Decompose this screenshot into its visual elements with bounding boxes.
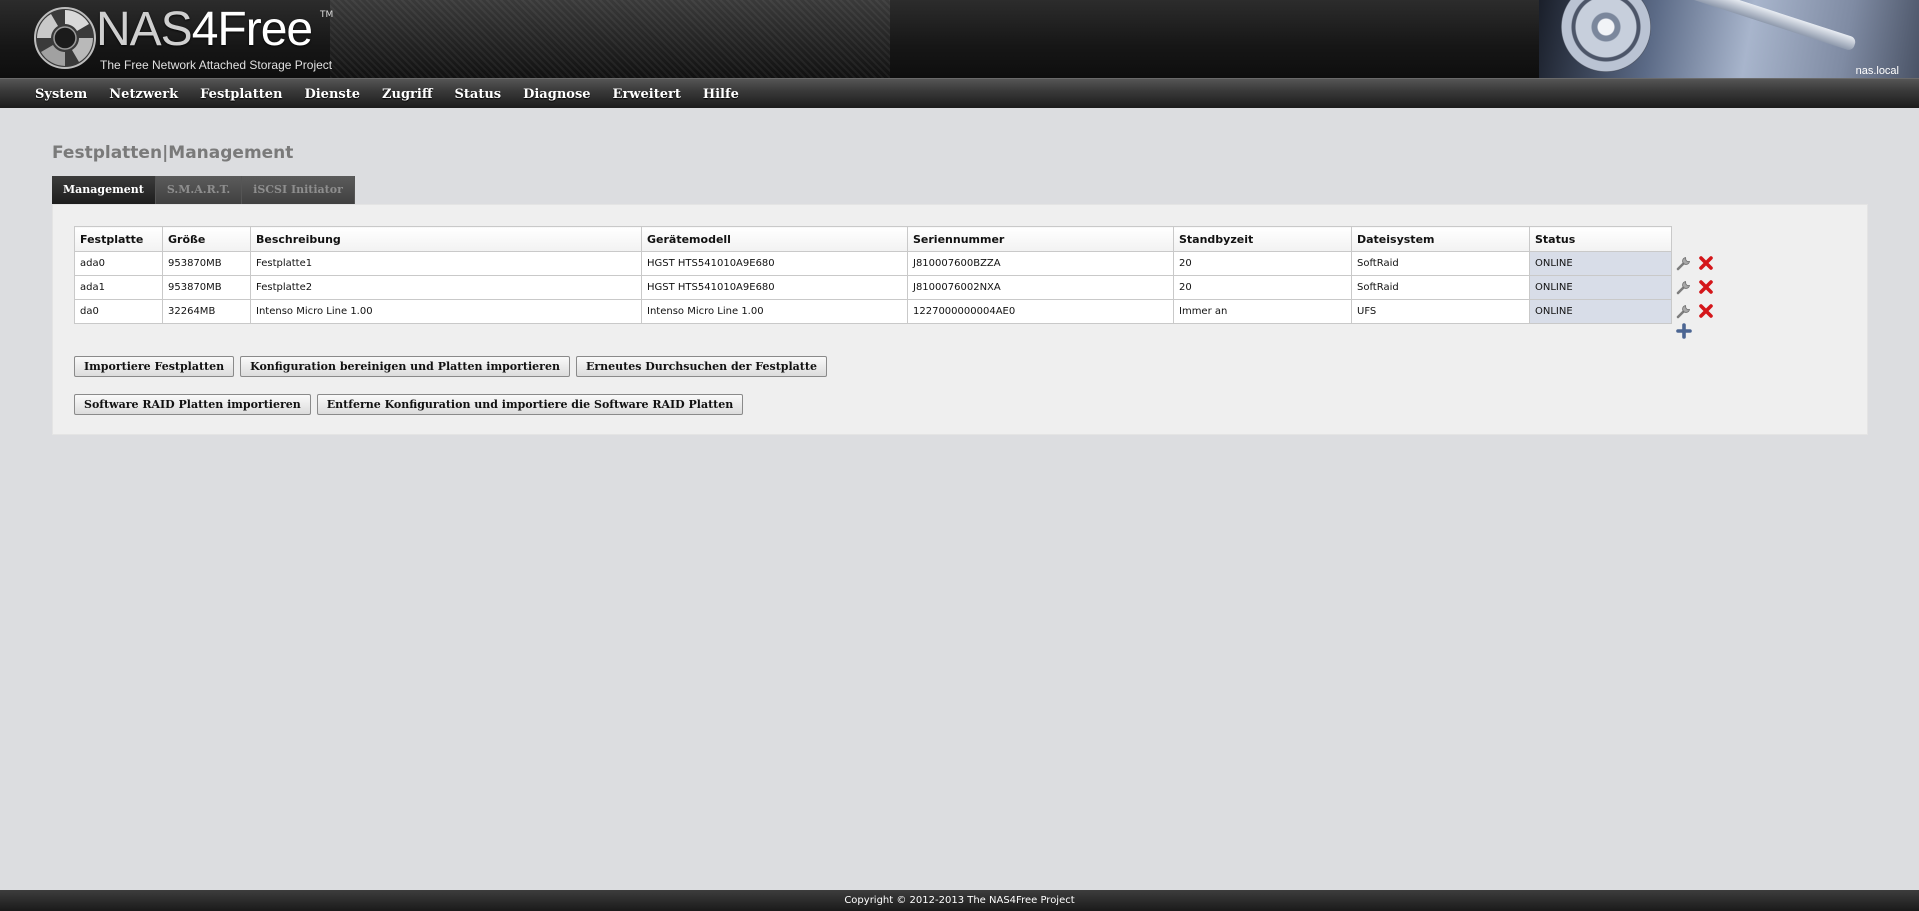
wrench-icon[interactable] xyxy=(1676,255,1692,271)
rescan-disks-button[interactable]: Erneutes Durchsuchen der Festplatte xyxy=(575,356,827,377)
cell-disk: da0 xyxy=(74,299,163,324)
table-header-row: Festplatte Größe Beschreibung Gerätemode… xyxy=(74,226,1672,252)
row-actions-ada1 xyxy=(1676,279,1714,295)
nav-item-status[interactable]: Status xyxy=(444,87,513,102)
cell-description: Festplatte2 xyxy=(250,275,642,300)
cell-model: HGST HTS541010A9E680 xyxy=(641,251,908,276)
footer: Copyright © 2012-2013 The NAS4Free Proje… xyxy=(0,890,1919,911)
cell-serial: 1227000000004AE0 xyxy=(907,299,1174,324)
header: NAS4Free TM The Free Network Attached St… xyxy=(0,0,1919,78)
logo-word-nas: NAS xyxy=(96,3,193,56)
column-header-geraetemodell: Gerätemodell xyxy=(641,226,908,252)
disk-platter-graphic xyxy=(1561,0,1651,72)
cell-filesystem: UFS xyxy=(1351,299,1530,324)
cell-standby: Immer an xyxy=(1173,299,1352,324)
disk-arm-graphic xyxy=(1681,0,1857,52)
tab-iscsi-initiator[interactable]: iSCSI Initiator xyxy=(242,176,355,204)
cell-size: 953870MB xyxy=(162,275,251,300)
import-raid-disks-button[interactable]: Software RAID Platten importieren xyxy=(74,394,311,415)
cell-model: HGST HTS541010A9E680 xyxy=(641,275,908,300)
nav-item-hilfe[interactable]: Hilfe xyxy=(692,87,750,102)
delete-x-icon[interactable] xyxy=(1698,255,1714,271)
content-panel: Festplatte Größe Beschreibung Gerätemode… xyxy=(52,204,1868,435)
tab-smart[interactable]: S.M.A.R.T. xyxy=(155,176,243,204)
cell-standby: 20 xyxy=(1173,275,1352,300)
button-row-2: Software RAID Platten importieren Entfer… xyxy=(74,394,744,415)
logo-tagline: The Free Network Attached Storage Projec… xyxy=(100,58,333,72)
delete-x-icon[interactable] xyxy=(1698,279,1714,295)
column-header-seriennummer: Seriennummer xyxy=(907,226,1174,252)
disk-table: Festplatte Größe Beschreibung Gerätemode… xyxy=(74,226,1672,324)
nav-item-diagnose[interactable]: Diagnose xyxy=(512,87,601,102)
cell-filesystem: SoftRaid xyxy=(1351,251,1530,276)
logo-ring-icon xyxy=(34,7,96,69)
table-row: ada1 953870MB Festplatte2 HGST HTS541010… xyxy=(74,275,1672,300)
cell-description: Intenso Micro Line 1.00 xyxy=(250,299,642,324)
copyright-text: Copyright © 2012-2013 The NAS4Free Proje… xyxy=(844,895,1075,906)
table-row: da0 32264MB Intenso Micro Line 1.00 Inte… xyxy=(74,299,1672,324)
nav-item-netzwerk[interactable]: Netzwerk xyxy=(98,87,189,102)
nav-item-erweitert[interactable]: Erweitert xyxy=(602,87,692,102)
tab-bar: Management S.M.A.R.T. iSCSI Initiator xyxy=(52,176,355,204)
logo-wordmark: NAS4Free xyxy=(96,2,313,58)
cell-disk: ada1 xyxy=(74,275,163,300)
row-actions-ada0 xyxy=(1676,255,1714,271)
page-title-section-link[interactable]: Festplatten xyxy=(52,143,162,163)
tab-management[interactable]: Management xyxy=(52,176,156,204)
cell-status: ONLINE xyxy=(1529,275,1672,300)
cell-standby: 20 xyxy=(1173,251,1352,276)
main-nav: System Netzwerk Festplatten Dienste Zugr… xyxy=(0,78,1919,108)
nav-item-festplatten[interactable]: Festplatten xyxy=(189,87,293,102)
plus-icon[interactable] xyxy=(1676,323,1692,339)
cell-filesystem: SoftRaid xyxy=(1351,275,1530,300)
column-header-groesse: Größe xyxy=(162,226,251,252)
button-row-1: Importiere Festplatten Konfiguration ber… xyxy=(74,356,827,377)
column-header-beschreibung: Beschreibung xyxy=(250,226,642,252)
page-title-current: Management xyxy=(168,143,294,163)
cell-model: Intenso Micro Line 1.00 xyxy=(641,299,908,324)
import-disks-button[interactable]: Importiere Festplatten xyxy=(74,356,235,377)
cell-status: ONLINE xyxy=(1529,299,1672,324)
column-header-dateisystem: Dateisystem xyxy=(1351,226,1530,252)
column-header-status: Status xyxy=(1529,226,1672,252)
logo-trademark: TM xyxy=(320,10,334,20)
cell-disk: ada0 xyxy=(74,251,163,276)
cell-size: 32264MB xyxy=(162,299,251,324)
cell-size: 953870MB xyxy=(162,251,251,276)
nav-item-dienste[interactable]: Dienste xyxy=(293,87,371,102)
table-row: ada0 953870MB Festplatte1 HGST HTS541010… xyxy=(74,251,1672,276)
delete-x-icon[interactable] xyxy=(1698,303,1714,319)
cell-serial: J810007600BZZA xyxy=(907,251,1174,276)
cell-status: ONLINE xyxy=(1529,251,1672,276)
hostname-label: nas.local xyxy=(1855,65,1899,77)
logo-word-4free: 4Free xyxy=(191,3,313,56)
wrench-icon[interactable] xyxy=(1676,279,1692,295)
page-title: Festplatten|Management xyxy=(52,143,293,163)
column-header-festplatte: Festplatte xyxy=(74,226,163,252)
nav-item-zugriff[interactable]: Zugriff xyxy=(371,87,444,102)
clear-config-import-button[interactable]: Konfiguration bereinigen und Platten imp… xyxy=(240,356,570,377)
row-actions-da0 xyxy=(1676,303,1714,319)
cell-description: Festplatte1 xyxy=(250,251,642,276)
wrench-icon[interactable] xyxy=(1676,303,1692,319)
cell-serial: J8100076002NXA xyxy=(907,275,1174,300)
nav-item-system[interactable]: System xyxy=(24,87,98,102)
header-carbon-texture xyxy=(330,0,890,78)
clear-config-import-raid-button[interactable]: Entferne Konfiguration und importiere di… xyxy=(316,394,744,415)
column-header-standbyzeit: Standbyzeit xyxy=(1173,226,1352,252)
